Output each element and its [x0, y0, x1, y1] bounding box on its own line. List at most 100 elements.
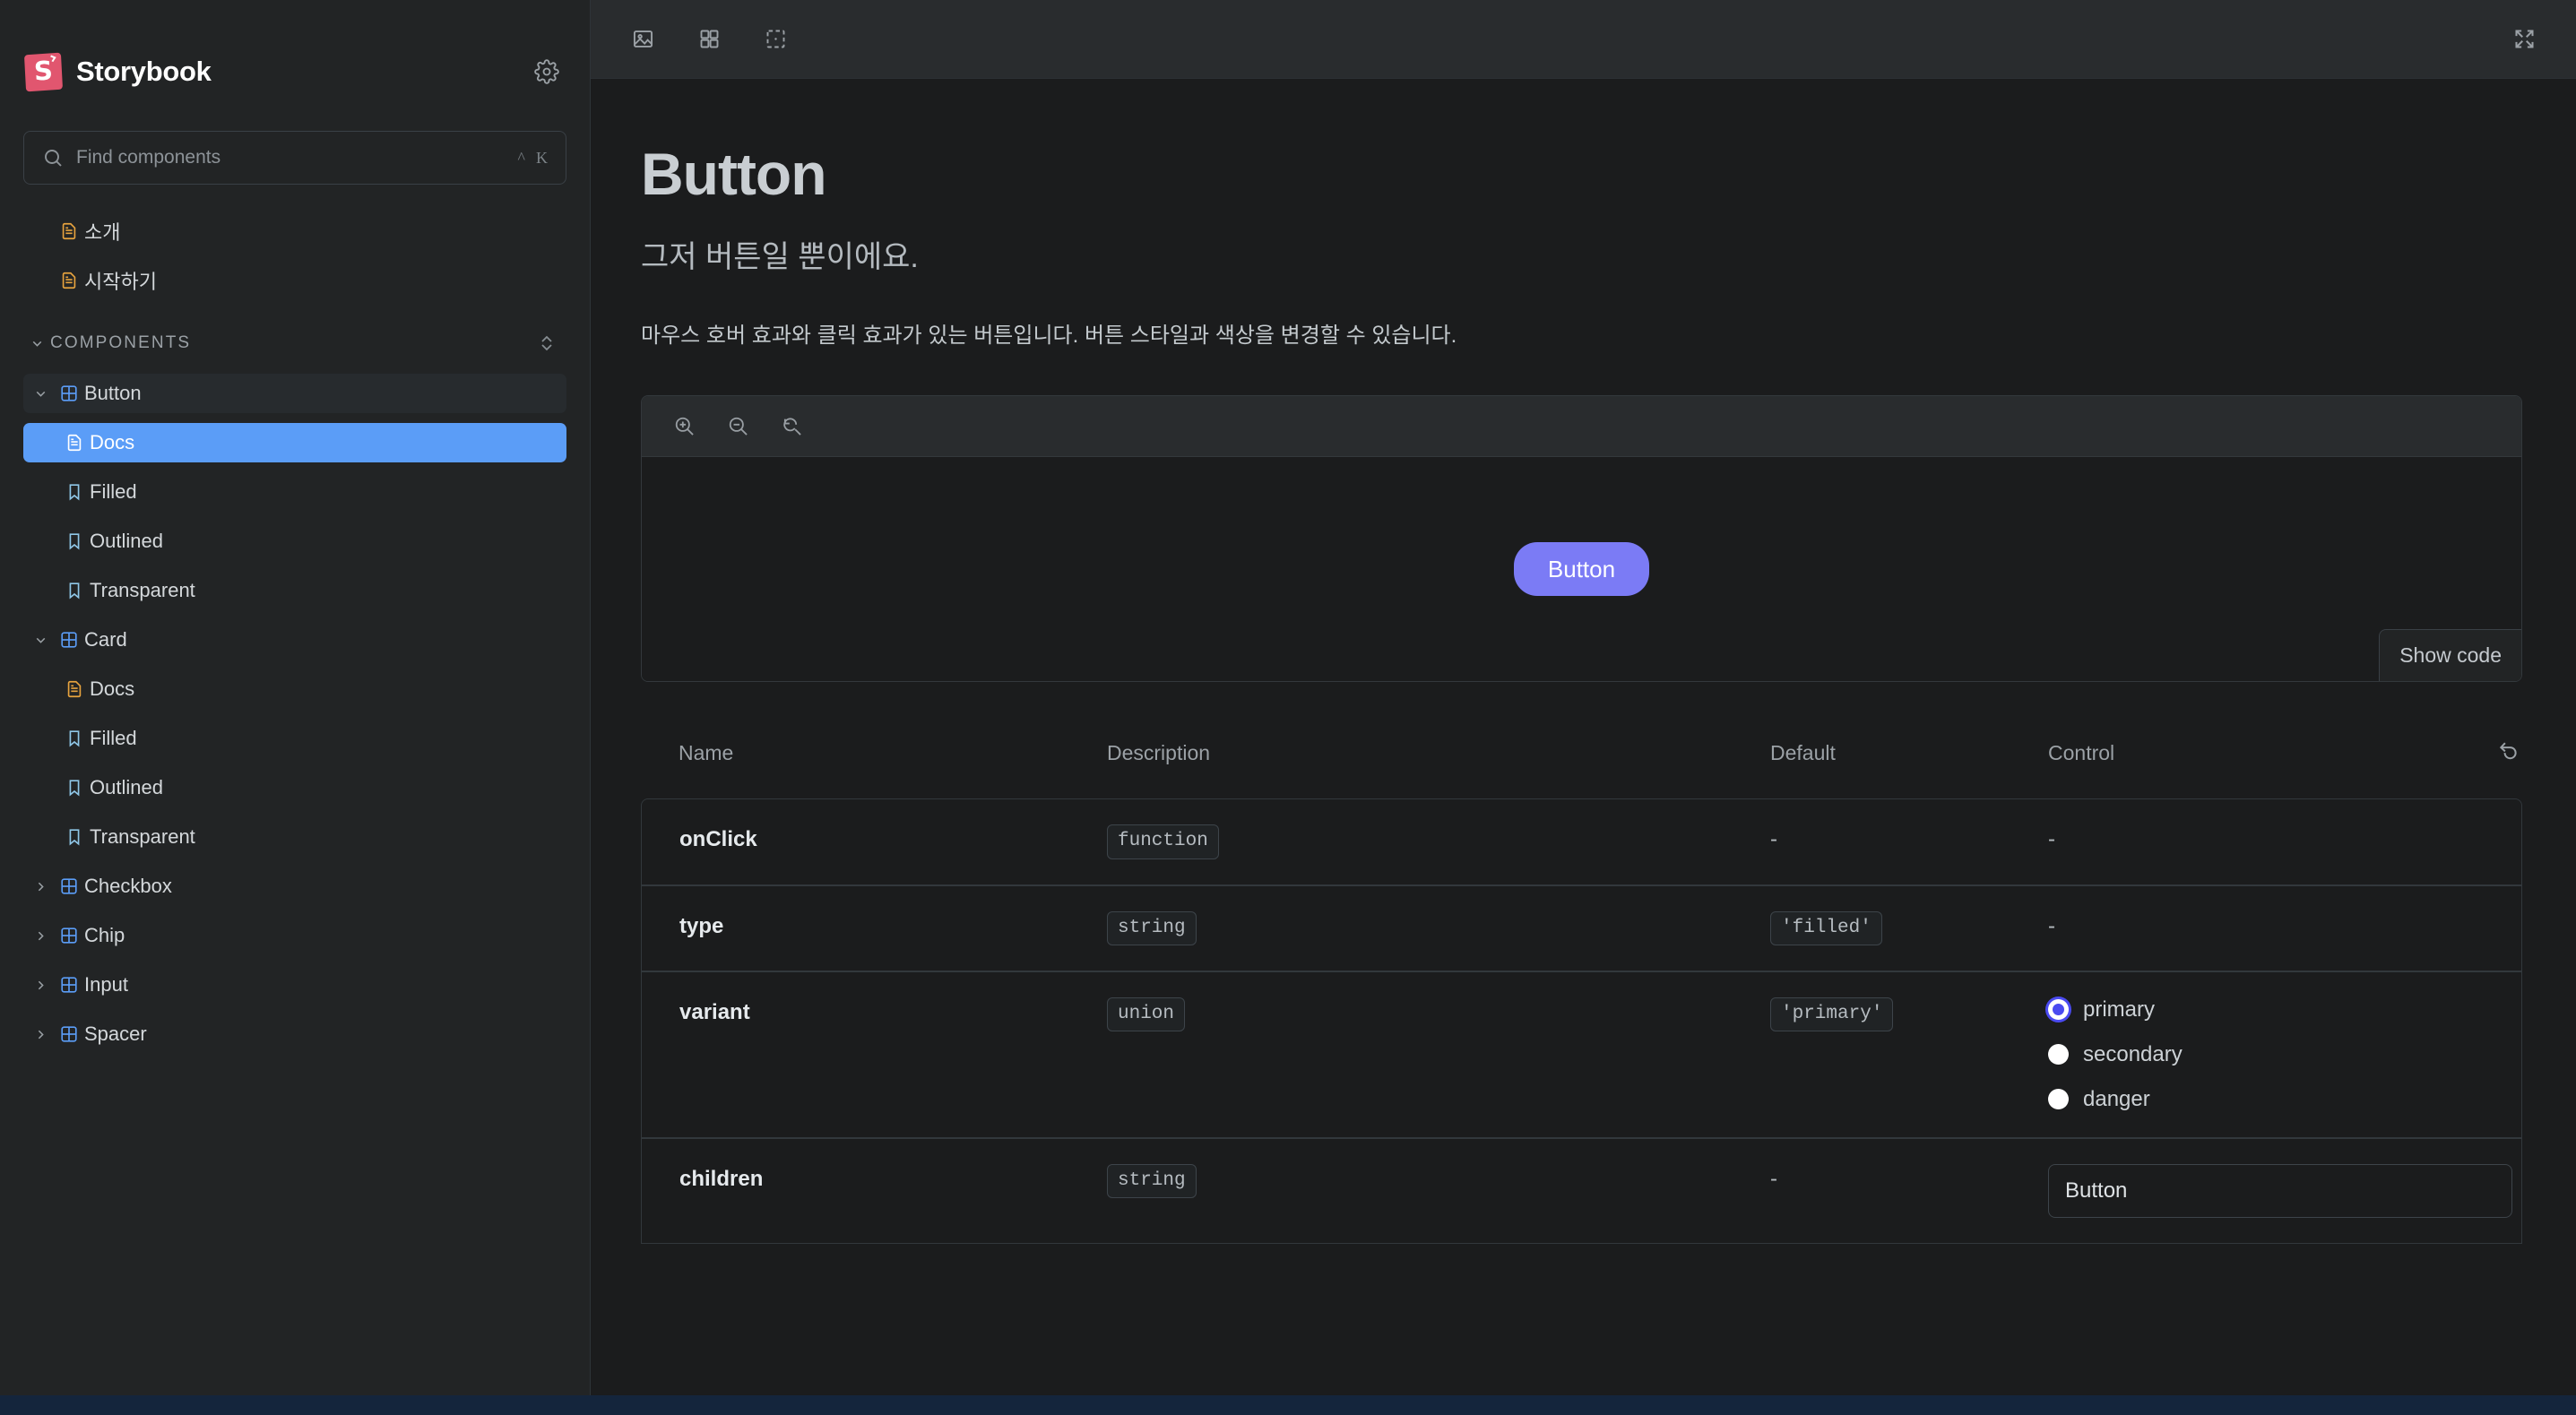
sidebar-item-card-filled[interactable]: Filled — [23, 719, 566, 758]
radio-dot-icon[interactable] — [2048, 1044, 2069, 1066]
sidebar-item-card-docs[interactable]: Docs — [23, 669, 566, 709]
search-box[interactable]: ^ K — [23, 131, 566, 185]
default-badge: 'filled' — [1770, 910, 1882, 945]
radio-label: danger — [2083, 1086, 2150, 1111]
sidebar-item-label: Spacer — [84, 1022, 147, 1045]
chevron-down-icon[interactable] — [27, 633, 54, 648]
search-input[interactable] — [76, 147, 506, 168]
bookmark-icon — [59, 827, 90, 847]
chevron-right-icon[interactable] — [27, 978, 54, 993]
components-section-title: COMPONENTS — [50, 333, 192, 352]
gear-icon[interactable] — [529, 54, 565, 90]
document-icon — [54, 271, 84, 290]
grid-icon[interactable] — [684, 14, 734, 65]
reset-controls-button[interactable] — [2442, 738, 2522, 798]
radio-dot-icon[interactable] — [2048, 999, 2069, 1021]
arg-default-cell: 'filled' — [1770, 884, 2048, 971]
shortcut-modifier: ^ — [517, 149, 525, 167]
variant-radio-group: primary secondary danger — [2048, 997, 2512, 1112]
component-grid-icon — [54, 384, 84, 403]
args-table: Name Description Default Control onClick… — [641, 738, 2522, 1244]
radio-option-secondary[interactable]: secondary — [2048, 1042, 2512, 1067]
sidebar-item-card-outlined[interactable]: Outlined — [23, 768, 566, 807]
docs-scroll-area[interactable]: Button 그저 버튼일 뿐이에요. 마우스 호버 효과와 클릭 효과가 있는… — [591, 79, 2576, 1415]
sidebar-item-button[interactable]: Button — [23, 374, 566, 413]
search-icon — [42, 147, 64, 168]
sidebar-item-label: Transparent — [90, 579, 195, 601]
component-grid-icon — [54, 876, 84, 896]
chevron-down-icon[interactable] — [27, 386, 54, 401]
document-icon — [54, 221, 84, 241]
reset-icon — [2497, 738, 2522, 763]
page-title: Button — [641, 141, 827, 207]
type-badge: union — [1107, 997, 1186, 1032]
sidebar-item-chip[interactable]: Chip — [23, 916, 566, 955]
zoom-out-icon[interactable] — [717, 406, 758, 447]
table-row: variant union 'primary' primary secondar… — [641, 971, 2522, 1138]
sidebar-item-button-docs[interactable]: Docs — [23, 423, 566, 462]
chevron-right-icon[interactable] — [27, 879, 54, 894]
control-value: - — [2048, 827, 2055, 852]
sidebar-item-button-filled[interactable]: Filled — [23, 472, 566, 512]
sidebar-item-label: Docs — [90, 431, 135, 453]
type-badge: string — [1107, 910, 1197, 945]
arg-name-cell: type — [641, 884, 1107, 971]
demo-button[interactable]: Button — [1513, 542, 1650, 597]
sidebar-item-button-transparent[interactable]: Transparent — [23, 571, 566, 610]
fullscreen-icon[interactable] — [2499, 14, 2549, 65]
children-text-input[interactable] — [2048, 1163, 2512, 1218]
sidebar-tree: 소개 시작하기 COMPONENTS Button Docs Filled Ou… — [23, 211, 566, 1415]
search-area: ^ K — [23, 131, 566, 185]
sidebar-item-button-outlined[interactable]: Outlined — [23, 522, 566, 561]
zoom-reset-icon[interactable] — [771, 406, 812, 447]
arg-default-cell: - — [1770, 798, 2048, 885]
components-section-header[interactable]: COMPONENTS — [23, 324, 566, 363]
sidebar-item-label: 소개 — [84, 221, 121, 244]
radio-option-primary[interactable]: primary — [2048, 997, 2512, 1022]
chevron-down-icon[interactable] — [23, 336, 50, 351]
expand-collapse-icon[interactable] — [536, 332, 558, 354]
story-canvas: Button Show code — [642, 457, 2521, 682]
sidebar-item-label: Filled — [90, 727, 137, 749]
type-badge: string — [1107, 1163, 1197, 1199]
radio-option-danger[interactable]: danger — [2048, 1087, 2512, 1112]
column-header-control: Control — [2048, 740, 2115, 764]
arg-name: variant — [679, 999, 750, 1024]
sidebar-item-checkbox[interactable]: Checkbox — [23, 867, 566, 906]
sidebar-item-label: Chip — [84, 924, 125, 946]
sidebar-item-card-transparent[interactable]: Transparent — [23, 817, 566, 857]
sidebar-item-input[interactable]: Input — [23, 965, 566, 1005]
bookmark-icon — [59, 531, 90, 551]
preview-toolbar — [591, 0, 2576, 79]
args-table-header-row: Name Description Default Control — [641, 738, 2522, 798]
brand[interactable]: S Storybook — [23, 52, 212, 91]
component-grid-icon — [54, 1024, 84, 1044]
image-icon[interactable] — [618, 14, 668, 65]
chevron-right-icon[interactable] — [27, 928, 54, 944]
sidebar-item-card[interactable]: Card — [23, 620, 566, 660]
bookmark-icon — [59, 729, 90, 748]
main-panel: Button 그저 버튼일 뿐이에요. 마우스 호버 효과와 클릭 효과가 있는… — [591, 0, 2576, 1415]
show-code-button[interactable]: Show code — [2379, 629, 2521, 682]
document-icon — [59, 679, 90, 699]
radio-dot-icon[interactable] — [2048, 1089, 2069, 1110]
story-preview-toolbar — [642, 396, 2521, 458]
table-row: onClick function - - — [641, 798, 2522, 885]
brand-title: Storybook — [76, 56, 212, 87]
sidebar-header: S Storybook — [23, 32, 566, 111]
arg-control-cell — [2048, 1137, 2522, 1244]
component-grid-icon — [54, 975, 84, 995]
sidebar-item-label: 시작하기 — [84, 271, 157, 293]
sidebar-item-intro[interactable]: 소개 — [23, 211, 566, 251]
sidebar-item-label: Transparent — [90, 825, 195, 848]
sidebar-item-spacer[interactable]: Spacer — [23, 1014, 566, 1054]
measure-icon[interactable] — [750, 14, 800, 65]
arg-default-cell: - — [1770, 1137, 2048, 1244]
arg-control-cell: - — [2048, 884, 2522, 971]
column-header-name: Name — [679, 740, 734, 764]
sidebar-item-getting-started[interactable]: 시작하기 — [23, 261, 566, 300]
sidebar-item-label: Card — [84, 628, 127, 651]
zoom-in-icon[interactable] — [663, 406, 705, 447]
arg-default-cell: 'primary' — [1770, 971, 2048, 1138]
chevron-right-icon[interactable] — [27, 1027, 54, 1042]
